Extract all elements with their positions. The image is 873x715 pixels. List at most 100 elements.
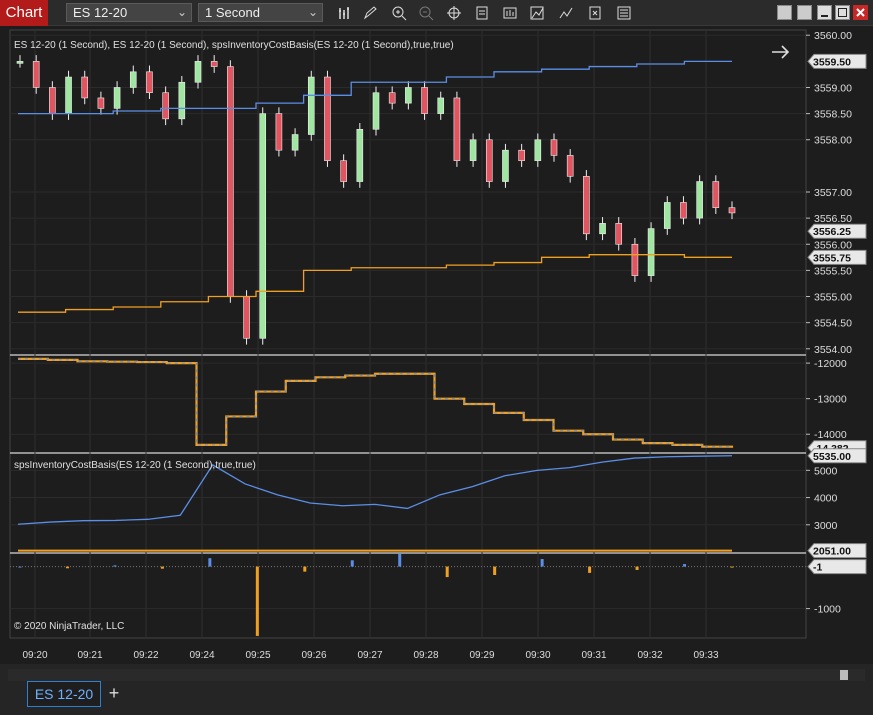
panel4-flag: -1 bbox=[807, 559, 867, 575]
candle-body bbox=[615, 223, 623, 245]
time-tick-label: 09:31 bbox=[581, 650, 606, 661]
candle-body bbox=[712, 181, 720, 208]
chart-svg[interactable]: 09:20 09:21 09:22 09:24 09:25 09:26 09:27 09:28… bbox=[0, 26, 873, 664]
snapshot-icon[interactable] bbox=[585, 3, 605, 23]
time-tick-label: 09:27 bbox=[357, 650, 382, 661]
maximize-button[interactable] bbox=[835, 5, 850, 20]
candle-body bbox=[647, 228, 655, 276]
time-tick-label: 09:21 bbox=[77, 650, 102, 661]
candle-body bbox=[32, 61, 40, 88]
horizontal-scrollbar[interactable] bbox=[8, 669, 865, 681]
time-tick-label: 09:28 bbox=[413, 650, 438, 661]
candle-body bbox=[162, 92, 169, 120]
candle-body bbox=[550, 139, 558, 156]
crosshair-icon[interactable] bbox=[444, 3, 464, 23]
instrument-selector[interactable]: ES 12-20 ⌄ bbox=[66, 3, 192, 22]
time-tick-label: 09:25 bbox=[245, 650, 270, 661]
time-tick-label: 09:32 bbox=[637, 650, 662, 661]
price-tick-label: 3560.00 bbox=[814, 30, 852, 42]
close-button[interactable] bbox=[853, 5, 868, 20]
tab-es-12-20[interactable]: ES 12-20 bbox=[27, 681, 101, 707]
zoom-out-icon[interactable] bbox=[416, 3, 436, 23]
chart-marks bbox=[16, 55, 736, 636]
price-tick-label: 3555.50 bbox=[814, 265, 852, 277]
price-tick-label: 3555.00 bbox=[814, 292, 852, 304]
axis-tick-label: -1000 bbox=[814, 604, 841, 616]
volume-bar bbox=[113, 565, 117, 567]
candle-body bbox=[534, 139, 542, 161]
candle-body bbox=[372, 92, 380, 130]
candle-body bbox=[453, 97, 461, 161]
candle-body bbox=[307, 76, 315, 135]
price-tick-label: 3554.00 bbox=[814, 344, 852, 356]
indicators-icon[interactable] bbox=[500, 3, 520, 23]
axis-tick-label: 3000 bbox=[814, 520, 838, 532]
inventory-panel-title: spsInventoryCostBasis(ES 12-20 (1 Second… bbox=[14, 460, 256, 471]
time-tick-label: 09:20 bbox=[22, 650, 47, 661]
instrument-value: ES 12-20 bbox=[73, 5, 128, 20]
group-link-button[interactable] bbox=[777, 5, 792, 20]
add-tab-button[interactable]: + bbox=[104, 683, 124, 703]
candle-body bbox=[210, 61, 218, 67]
volume-bar bbox=[65, 566, 69, 569]
bar-type-icon[interactable] bbox=[335, 3, 355, 23]
candle-body bbox=[696, 181, 703, 219]
price-tick-label: 3556.00 bbox=[814, 239, 852, 251]
axis-tick-label: -14000 bbox=[814, 429, 847, 441]
candle-body bbox=[421, 87, 428, 114]
candle-body bbox=[437, 97, 445, 114]
axis-tick-label: -13000 bbox=[814, 394, 847, 406]
candle-body bbox=[324, 76, 331, 161]
volume-bar bbox=[255, 566, 259, 636]
volume-bar bbox=[683, 564, 687, 567]
strategies-icon[interactable] bbox=[527, 3, 547, 23]
candle-body bbox=[259, 113, 267, 339]
price-tick-label: 3554.50 bbox=[814, 318, 852, 330]
time-tick-label: 09:30 bbox=[525, 650, 550, 661]
axis-tick-label: -12000 bbox=[814, 358, 847, 370]
candle-body bbox=[291, 134, 299, 151]
interval-selector[interactable]: 1 Second ⌄ bbox=[198, 3, 323, 22]
candle-body bbox=[728, 207, 736, 214]
candle-body bbox=[49, 87, 56, 114]
candle-body bbox=[599, 223, 606, 235]
candle-body bbox=[146, 71, 153, 94]
volume-bar bbox=[445, 566, 449, 578]
volume-bar bbox=[398, 554, 402, 567]
axis-tick-label: 5000 bbox=[814, 465, 838, 477]
volume-bar bbox=[303, 566, 307, 572]
candle-body bbox=[405, 87, 412, 104]
candle-body bbox=[113, 87, 121, 109]
candle-body bbox=[194, 61, 202, 83]
chart-area[interactable]: 09:20 09:21 09:22 09:24 09:25 09:26 09:27 09:28… bbox=[0, 26, 873, 664]
candle-body bbox=[356, 128, 364, 182]
time-tick-label: 09:29 bbox=[469, 650, 494, 661]
axis-tick-label: 4000 bbox=[814, 493, 838, 505]
flag-label: 3559.50 bbox=[813, 56, 851, 68]
zoom-in-icon[interactable] bbox=[389, 3, 409, 23]
flag-label: -1 bbox=[813, 562, 822, 574]
volume-bar bbox=[635, 566, 639, 570]
volume-bar bbox=[730, 566, 734, 568]
toolbar: Chart ES 12-20 ⌄ 1 Second ⌄ bbox=[0, 0, 873, 26]
price-tick-label: 3557.00 bbox=[814, 187, 852, 199]
arrow-right-icon[interactable] bbox=[772, 45, 790, 59]
pencil-icon[interactable] bbox=[360, 3, 380, 23]
candle-body bbox=[340, 160, 347, 182]
data-box-icon[interactable] bbox=[614, 3, 634, 23]
price-tick-label: 3556.50 bbox=[814, 213, 852, 225]
scrollbar-thumb[interactable] bbox=[840, 670, 848, 680]
instrument-link-button[interactable] bbox=[797, 5, 812, 20]
candle-body bbox=[469, 139, 477, 161]
chart-tab-label[interactable]: Chart bbox=[0, 0, 48, 26]
flag-label: 5535.00 bbox=[813, 451, 851, 463]
plot-frame bbox=[9, 29, 807, 639]
inventory-flag-upper: 5535.00 bbox=[807, 448, 867, 464]
chevron-down-icon: ⌄ bbox=[307, 5, 318, 19]
properties-icon[interactable] bbox=[472, 3, 492, 23]
candle-body bbox=[663, 202, 671, 229]
minimize-button[interactable] bbox=[817, 5, 832, 20]
price-tick-label: 3558.00 bbox=[814, 135, 852, 147]
candle-body bbox=[178, 81, 186, 120]
drawing-tools-icon[interactable] bbox=[556, 3, 576, 23]
